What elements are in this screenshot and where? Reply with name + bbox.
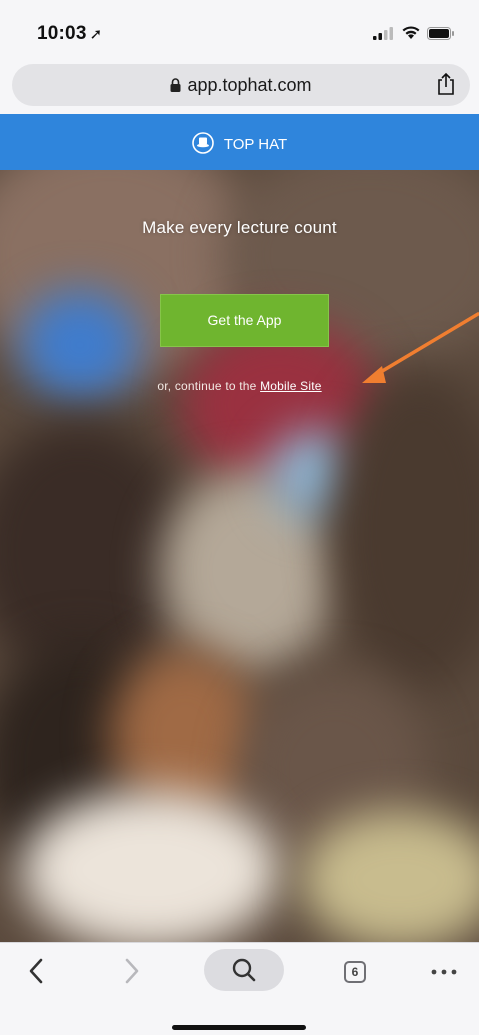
mobile-site-link[interactable]: Mobile Site (260, 379, 322, 393)
search-button[interactable] (204, 949, 284, 991)
top-hat-logo-icon (192, 132, 214, 154)
brand[interactable]: TOP HAT (0, 132, 479, 154)
back-icon (29, 958, 43, 984)
browser-toolbar: 6 (0, 942, 479, 1035)
share-icon[interactable] (436, 72, 456, 96)
more-button[interactable] (424, 951, 464, 991)
forward-button[interactable] (116, 951, 146, 991)
wifi-icon (402, 26, 420, 39)
brand-name: TOP HAT (223, 136, 288, 153)
annotation-arrow (362, 312, 479, 383)
home-indicator (172, 1025, 306, 1030)
status-bar: 10:03 ➚ (0, 0, 479, 56)
browser-address-area: app.tophat.com (0, 56, 479, 114)
hero-section: Make every lecture count Get the App or,… (0, 170, 479, 942)
tabs-icon: 6 (344, 961, 366, 983)
search-icon (232, 958, 256, 982)
location-arrow-icon: ➚ (89, 26, 103, 43)
address-bar[interactable]: app.tophat.com (12, 64, 470, 106)
url-text: app.tophat.com (187, 75, 312, 95)
lock-icon (170, 78, 181, 92)
tabs-button[interactable]: 6 (340, 951, 370, 991)
url-display[interactable]: app.tophat.com (12, 75, 470, 96)
status-time: 10:03 ➚ (37, 23, 102, 45)
continue-prefix: or, continue to the (157, 379, 261, 393)
status-icons (373, 25, 454, 41)
hero-title: Make every lecture count (142, 218, 337, 237)
site-header: TOP HAT (0, 114, 479, 170)
status-time-text: 10:03 (37, 23, 87, 44)
get-the-app-button[interactable]: Get the App (160, 294, 329, 347)
forward-icon (125, 958, 139, 984)
battery-icon (427, 27, 454, 40)
signal-icon (373, 27, 393, 40)
more-icon (431, 969, 457, 975)
back-button[interactable] (22, 951, 52, 991)
